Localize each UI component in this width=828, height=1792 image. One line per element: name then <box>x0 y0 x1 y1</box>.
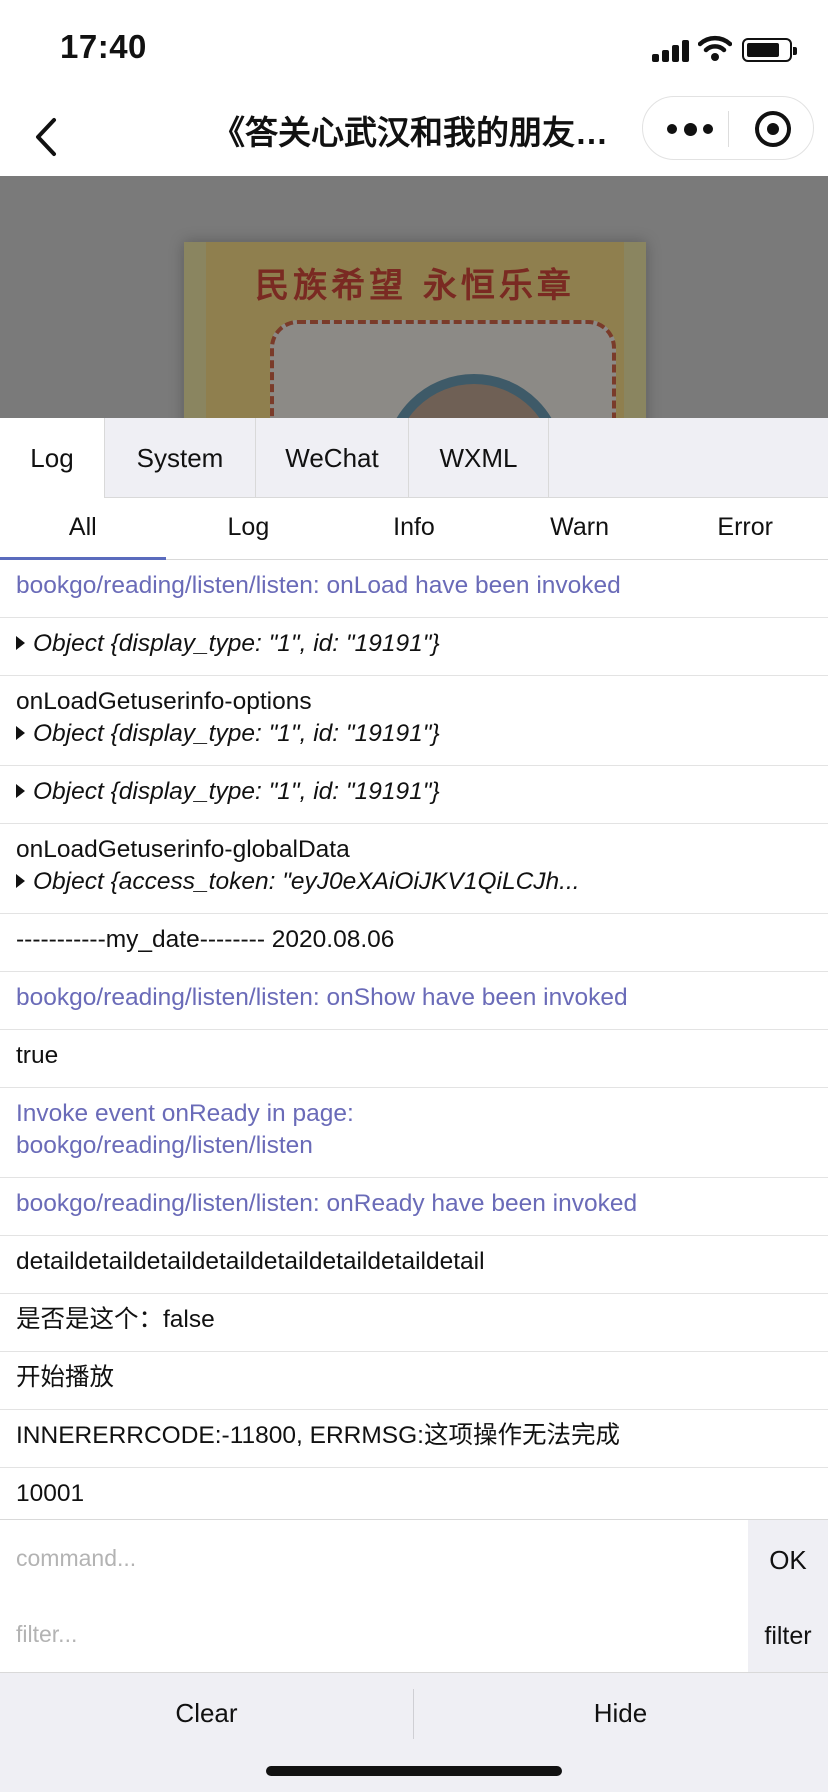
expand-triangle-icon[interactable] <box>16 874 25 888</box>
log-entry[interactable]: Object {display_type: "1", id: "19191"} <box>0 618 828 676</box>
cover-photo <box>384 374 564 418</box>
nav-bar: 《答关心武汉和我的朋友… <box>0 96 828 176</box>
log-entry: Invoke event onReady in page: bookgo/rea… <box>0 1088 828 1178</box>
log-text: bookgo/reading/listen/listen <box>16 1132 313 1159</box>
log-text: onLoadGetuserinfo-globalData <box>16 836 350 863</box>
log-object[interactable]: Object {display_type: "1", id: "19191"} <box>33 720 440 747</box>
battery-icon <box>742 38 797 62</box>
subtab-all[interactable]: All <box>0 498 166 560</box>
page-title: 《答关心武汉和我的朋友… <box>212 114 608 151</box>
log-text: -----------my_date-------- 2020.08.06 <box>16 926 395 953</box>
console-tabs: Log System WeChat WXML <box>0 418 828 498</box>
expand-triangle-icon[interactable] <box>16 784 25 798</box>
filter-row: filter <box>0 1596 828 1673</box>
log-entry: bookgo/reading/listen/listen: onLoad hav… <box>0 560 828 618</box>
signal-icon <box>652 38 692 62</box>
log-object[interactable]: Object {access_token: "eyJ0eXAiOiJKV1QiL… <box>33 868 580 895</box>
log-list: bookgo/reading/listen/listen: onLoad hav… <box>0 560 828 1526</box>
cover-frame: 民族希望 永恒乐章 <box>206 242 624 418</box>
capsule-divider <box>728 111 729 147</box>
target-icon[interactable] <box>755 111 791 147</box>
command-input[interactable] <box>0 1520 748 1596</box>
log-object[interactable]: Object {display_type: "1", id: "19191"} <box>33 778 440 805</box>
cover-photo-frame <box>270 320 616 418</box>
status-bar: 17:40 <box>0 0 828 96</box>
log-entry: INNERERRCODE:-11800, ERRMSG:这项操作无法完成 <box>0 1410 828 1468</box>
book-cover: 民族希望 永恒乐章 <box>184 242 646 418</box>
console-bottom-bar: Clear Hide <box>0 1673 828 1792</box>
log-entry: 开始播放 <box>0 1352 828 1410</box>
log-text: 是否是这个：false <box>16 1306 215 1333</box>
tab-wechat[interactable]: WeChat <box>256 418 409 498</box>
log-text: bookgo/reading/listen/listen: onShow hav… <box>16 984 628 1011</box>
log-entry[interactable]: Object {display_type: "1", id: "19191"} <box>0 766 828 824</box>
log-text: bookgo/reading/listen/listen: onLoad hav… <box>16 572 621 599</box>
command-row: OK <box>0 1519 828 1596</box>
log-text: 开始播放 <box>16 1364 114 1391</box>
menu-capsule <box>642 96 814 160</box>
debug-console: Log System WeChat WXML All Log Info Warn… <box>0 418 828 1792</box>
cover-title: 民族希望 永恒乐章 <box>255 266 575 306</box>
hide-button[interactable]: Hide <box>414 1673 827 1753</box>
log-entry: 是否是这个：false <box>0 1294 828 1352</box>
clear-button[interactable]: Clear <box>0 1673 413 1753</box>
ok-button[interactable]: OK <box>748 1520 828 1596</box>
log-entry: bookgo/reading/listen/listen: onShow hav… <box>0 972 828 1030</box>
log-text: Invoke event onReady in page: <box>16 1100 354 1127</box>
subtab-warn[interactable]: Warn <box>497 498 663 560</box>
status-time: 17:40 <box>60 28 147 65</box>
log-entry: detaildetaildetaildetaildetaildetaildeta… <box>0 1236 828 1294</box>
expand-triangle-icon[interactable] <box>16 726 25 740</box>
tab-system[interactable]: System <box>105 418 256 498</box>
subtab-error[interactable]: Error <box>662 498 828 560</box>
log-object[interactable]: Object {display_type: "1", id: "19191"} <box>33 630 440 657</box>
subtab-log[interactable]: Log <box>166 498 332 560</box>
log-entry: 10001 <box>0 1468 828 1526</box>
subtab-info[interactable]: Info <box>331 498 497 560</box>
log-text: true <box>16 1042 59 1069</box>
log-entry: onLoadGetuserinfo-globalData Object {acc… <box>0 824 828 914</box>
expand-triangle-icon[interactable] <box>16 636 25 650</box>
wifi-icon <box>697 34 733 62</box>
log-entry: bookgo/reading/listen/listen: onReady ha… <box>0 1178 828 1236</box>
log-text: INNERERRCODE:-11800, ERRMSG:这项操作无法完成 <box>16 1422 620 1449</box>
log-entry: onLoadGetuserinfo-options Object {displa… <box>0 676 828 766</box>
log-level-tabs: All Log Info Warn Error <box>0 498 828 560</box>
log-entry: true <box>0 1030 828 1088</box>
more-icon[interactable] <box>667 117 713 141</box>
log-text: detaildetaildetaildetaildetaildetaildeta… <box>16 1248 485 1275</box>
filter-input[interactable] <box>0 1596 748 1672</box>
filter-button[interactable]: filter <box>748 1596 828 1672</box>
log-text: onLoadGetuserinfo-options <box>16 688 312 715</box>
log-text: 10001 <box>16 1480 85 1507</box>
back-chevron-icon[interactable] <box>26 112 66 162</box>
home-indicator[interactable] <box>266 1766 562 1776</box>
log-text: bookgo/reading/listen/listen: onReady ha… <box>16 1190 638 1217</box>
log-entry: -----------my_date-------- 2020.08.06 <box>0 914 828 972</box>
tab-wxml[interactable]: WXML <box>409 418 549 498</box>
tab-log[interactable]: Log <box>0 418 105 498</box>
page-content: 民族希望 永恒乐章 <box>0 176 828 418</box>
